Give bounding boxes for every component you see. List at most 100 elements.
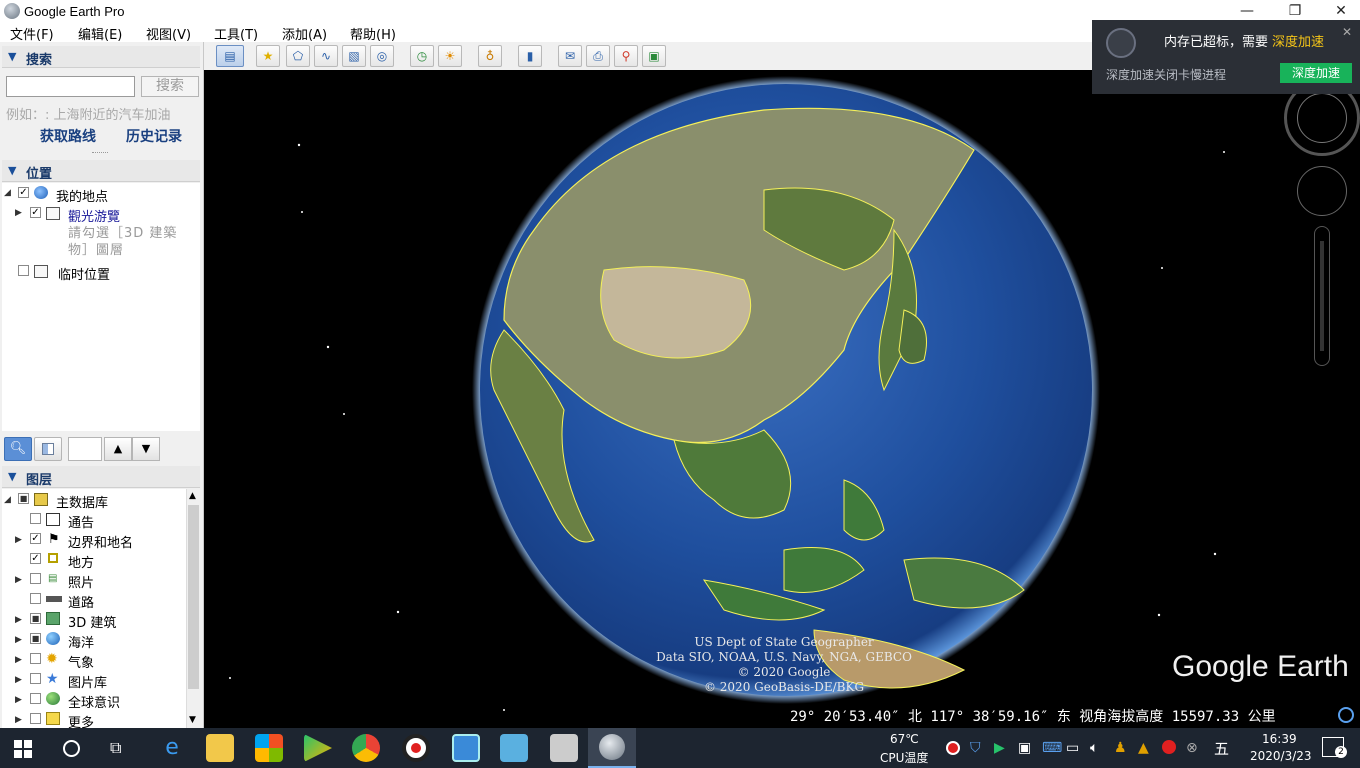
expand-arrow-icon[interactable]: ▶ [15, 655, 22, 665]
photos-label[interactable]: 照片 [68, 572, 94, 591]
expand-arrow-icon[interactable]: ▶ [15, 208, 22, 218]
google-earth-taskbar-button[interactable] [588, 728, 636, 768]
move-down-button[interactable]: ▼ [132, 437, 160, 461]
store-icon[interactable] [255, 734, 283, 762]
view-in-maps-button[interactable]: ⚲ [614, 45, 638, 67]
3d-buildings-label[interactable]: 3D 建筑 [68, 612, 116, 631]
places-layer-checkbox[interactable]: ✓ [30, 553, 41, 564]
historical-imagery-button[interactable]: ◷ [410, 45, 434, 67]
global-awareness-label[interactable]: 全球意识 [68, 692, 120, 711]
clock-date[interactable]: 2020/3/23 [1250, 749, 1312, 763]
media-player-icon[interactable] [304, 734, 332, 762]
windows-start-button[interactable] [14, 740, 32, 758]
menu-add[interactable]: 添加(A) [282, 24, 327, 43]
gallery-label[interactable]: 图片库 [68, 672, 107, 691]
remote-app-icon[interactable] [500, 734, 528, 762]
keyboard-tray-icon[interactable]: ⌨ [1042, 740, 1062, 756]
search-places-button[interactable]: 🔍︎ [4, 437, 32, 461]
look-ring[interactable] [1297, 93, 1347, 143]
scroll-up-arrow-icon[interactable]: ▲ [189, 491, 196, 501]
save-image-button[interactable]: ▣ [642, 45, 666, 67]
3d-buildings-checkbox[interactable]: ■ [30, 613, 41, 624]
expand-arrow-icon[interactable]: ▶ [15, 695, 22, 705]
close-button[interactable]: ✕ [1318, 0, 1360, 22]
zoom-slider[interactable] [1314, 226, 1330, 366]
primary-database-label[interactable]: 主数据库 [56, 492, 108, 511]
places-layer-label[interactable]: 地方 [68, 552, 94, 571]
expand-arrow-icon[interactable]: ▶ [15, 575, 22, 585]
expand-arrow-icon[interactable]: ▶ [15, 675, 22, 685]
get-directions-link[interactable]: 获取路线 [40, 126, 96, 146]
chrome-icon[interactable] [352, 734, 380, 762]
scroll-down-arrow-icon[interactable]: ▼ [189, 715, 196, 725]
play-tray-icon[interactable]: ▶ [994, 740, 1005, 756]
menu-file[interactable]: 文件(F) [10, 24, 54, 43]
search-panel-header[interactable]: ▼ 搜索 [2, 46, 200, 68]
toggle-panel-button[interactable] [34, 437, 62, 461]
layers-scrollbar[interactable]: ▲ ▼ [186, 489, 200, 728]
device-tray-icon[interactable]: ▣ [1018, 740, 1031, 756]
scrollbar-thumb[interactable] [188, 505, 199, 689]
popup-accelerate-button[interactable]: 深度加速 [1280, 63, 1352, 83]
user-tray-icon[interactable]: ♟ [1114, 740, 1127, 756]
more-checkbox[interactable] [30, 713, 41, 724]
move-joystick[interactable] [1297, 166, 1347, 216]
global-awareness-checkbox[interactable] [30, 693, 41, 704]
ruler-button[interactable]: ▮ [518, 45, 542, 67]
input-method-indicator[interactable]: 五 [1214, 738, 1229, 759]
temporary-places-label[interactable]: 临时位置 [58, 264, 110, 283]
sightseeing-label[interactable]: 觀光游覽 [68, 206, 120, 225]
weibo-tray-icon[interactable] [1162, 740, 1176, 754]
layers-panel-header[interactable]: ▼ 图层 [2, 466, 200, 488]
announcements-label[interactable]: 通告 [68, 512, 94, 531]
sightseeing-checkbox[interactable]: ✓ [30, 207, 41, 218]
close-circle-tray-icon[interactable]: ⊗ [1186, 740, 1198, 756]
sidebar-toggle-button[interactable]: ▤ [216, 45, 244, 67]
move-up-button[interactable]: ▲ [104, 437, 132, 461]
collapse-arrow-icon[interactable]: ◢ [4, 495, 11, 505]
search-input[interactable] [6, 76, 135, 97]
record-icon[interactable] [402, 734, 430, 762]
expand-arrow-icon[interactable]: ▶ [15, 535, 22, 545]
file-explorer-icon[interactable] [206, 734, 234, 762]
weather-label[interactable]: 气象 [68, 652, 94, 671]
ocean-label[interactable]: 海洋 [68, 632, 94, 651]
app-tray-icon[interactable]: ▲ [1138, 740, 1149, 756]
weather-checkbox[interactable] [30, 653, 41, 664]
earth-3d-view[interactable]: US Dept of State Geographer Data SIO, NO… [204, 70, 1360, 728]
search-button[interactable]: 搜索 [141, 76, 199, 97]
add-path-button[interactable]: ∿ [314, 45, 338, 67]
clock-time[interactable]: 16:39 [1262, 732, 1297, 746]
notification-center-button[interactable]: 2 [1322, 737, 1347, 758]
places-panel-header[interactable]: ▼ 位置 [2, 160, 200, 182]
task-view-icon[interactable]: ⧉ [110, 738, 121, 758]
photos-checkbox[interactable] [30, 573, 41, 584]
network-tray-icon[interactable]: ▭ [1066, 740, 1079, 756]
borders-labels-label[interactable]: 边界和地名 [68, 532, 133, 551]
add-polygon-button[interactable]: ⬠ [286, 45, 310, 67]
maximize-button[interactable]: ❐ [1272, 0, 1318, 22]
popup-close-button[interactable]: ✕ [1342, 25, 1352, 39]
add-image-overlay-button[interactable]: ▧ [342, 45, 366, 67]
gallery-checkbox[interactable] [30, 673, 41, 684]
volume-tray-icon[interactable]: 🔈︎ [1090, 740, 1098, 756]
search-circle-icon[interactable] [63, 740, 80, 757]
globe-canvas[interactable]: US Dept of State Geographer Data SIO, NO… [204, 70, 1360, 728]
menu-help[interactable]: 帮助(H) [350, 24, 396, 43]
my-places-label[interactable]: 我的地点 [56, 186, 108, 205]
my-places-checkbox[interactable]: ✓ [18, 187, 29, 198]
switch-planet-button[interactable]: ♁ [478, 45, 502, 67]
minimize-button[interactable]: — [1224, 0, 1270, 22]
edge-browser-icon[interactable]: e [158, 734, 186, 762]
record-tray-icon[interactable] [946, 741, 960, 755]
roads-label[interactable]: 道路 [68, 592, 94, 611]
expand-arrow-icon[interactable]: ▶ [15, 635, 22, 645]
record-tour-button[interactable]: ◎ [370, 45, 394, 67]
ocean-checkbox[interactable]: ■ [30, 633, 41, 644]
expand-arrow-icon[interactable]: ▶ [15, 615, 22, 625]
blank-field[interactable] [68, 437, 102, 461]
add-placemark-button[interactable]: ★ [256, 45, 280, 67]
menu-tools[interactable]: 工具(T) [214, 24, 258, 43]
announcements-checkbox[interactable] [30, 513, 41, 524]
collapse-arrow-icon[interactable]: ◢ [4, 188, 11, 198]
